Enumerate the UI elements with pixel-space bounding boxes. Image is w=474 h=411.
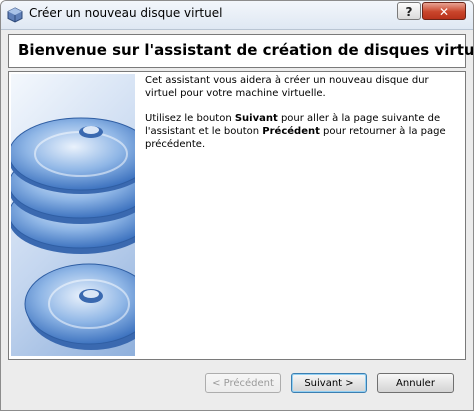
cancel-button[interactable]: Annuler [377, 373, 454, 393]
help-icon: ? [405, 5, 413, 19]
close-button[interactable]: ✕ [422, 2, 466, 20]
wizard-header: Bienvenue sur l'assistant de création de… [8, 34, 473, 68]
next-keyword: Suivant [234, 113, 278, 124]
intro-paragraph: Cet assistant vous aidera à créer un nou… [145, 75, 429, 99]
previous-button[interactable]: < Précédent [205, 373, 281, 393]
next-button[interactable]: Suivant > [291, 373, 367, 393]
description-text: Cet assistant vous aidera à créer un nou… [145, 74, 455, 163]
virtualbox-icon [7, 7, 23, 23]
title-bar[interactable]: Créer un nouveau disque virtuel ? ✕ [1, 1, 473, 30]
window-title: Créer un nouveau disque virtuel [29, 6, 223, 20]
disc-stack-icon [11, 74, 135, 356]
help-button[interactable]: ? [397, 2, 421, 20]
wizard-window: Créer un nouveau disque virtuel ? ✕ Bien… [0, 0, 474, 411]
wizard-body: Cet assistant vous aidera à créer un nou… [8, 71, 466, 360]
instructions-text-1: Utilisez le bouton [145, 113, 235, 124]
instructions-paragraph: Utilisez le bouton Suivant pour aller à … [145, 112, 455, 151]
previous-keyword: Précédent [262, 126, 320, 137]
page-title: Bienvenue sur l'assistant de création de… [18, 41, 474, 59]
close-icon: ✕ [438, 5, 450, 19]
